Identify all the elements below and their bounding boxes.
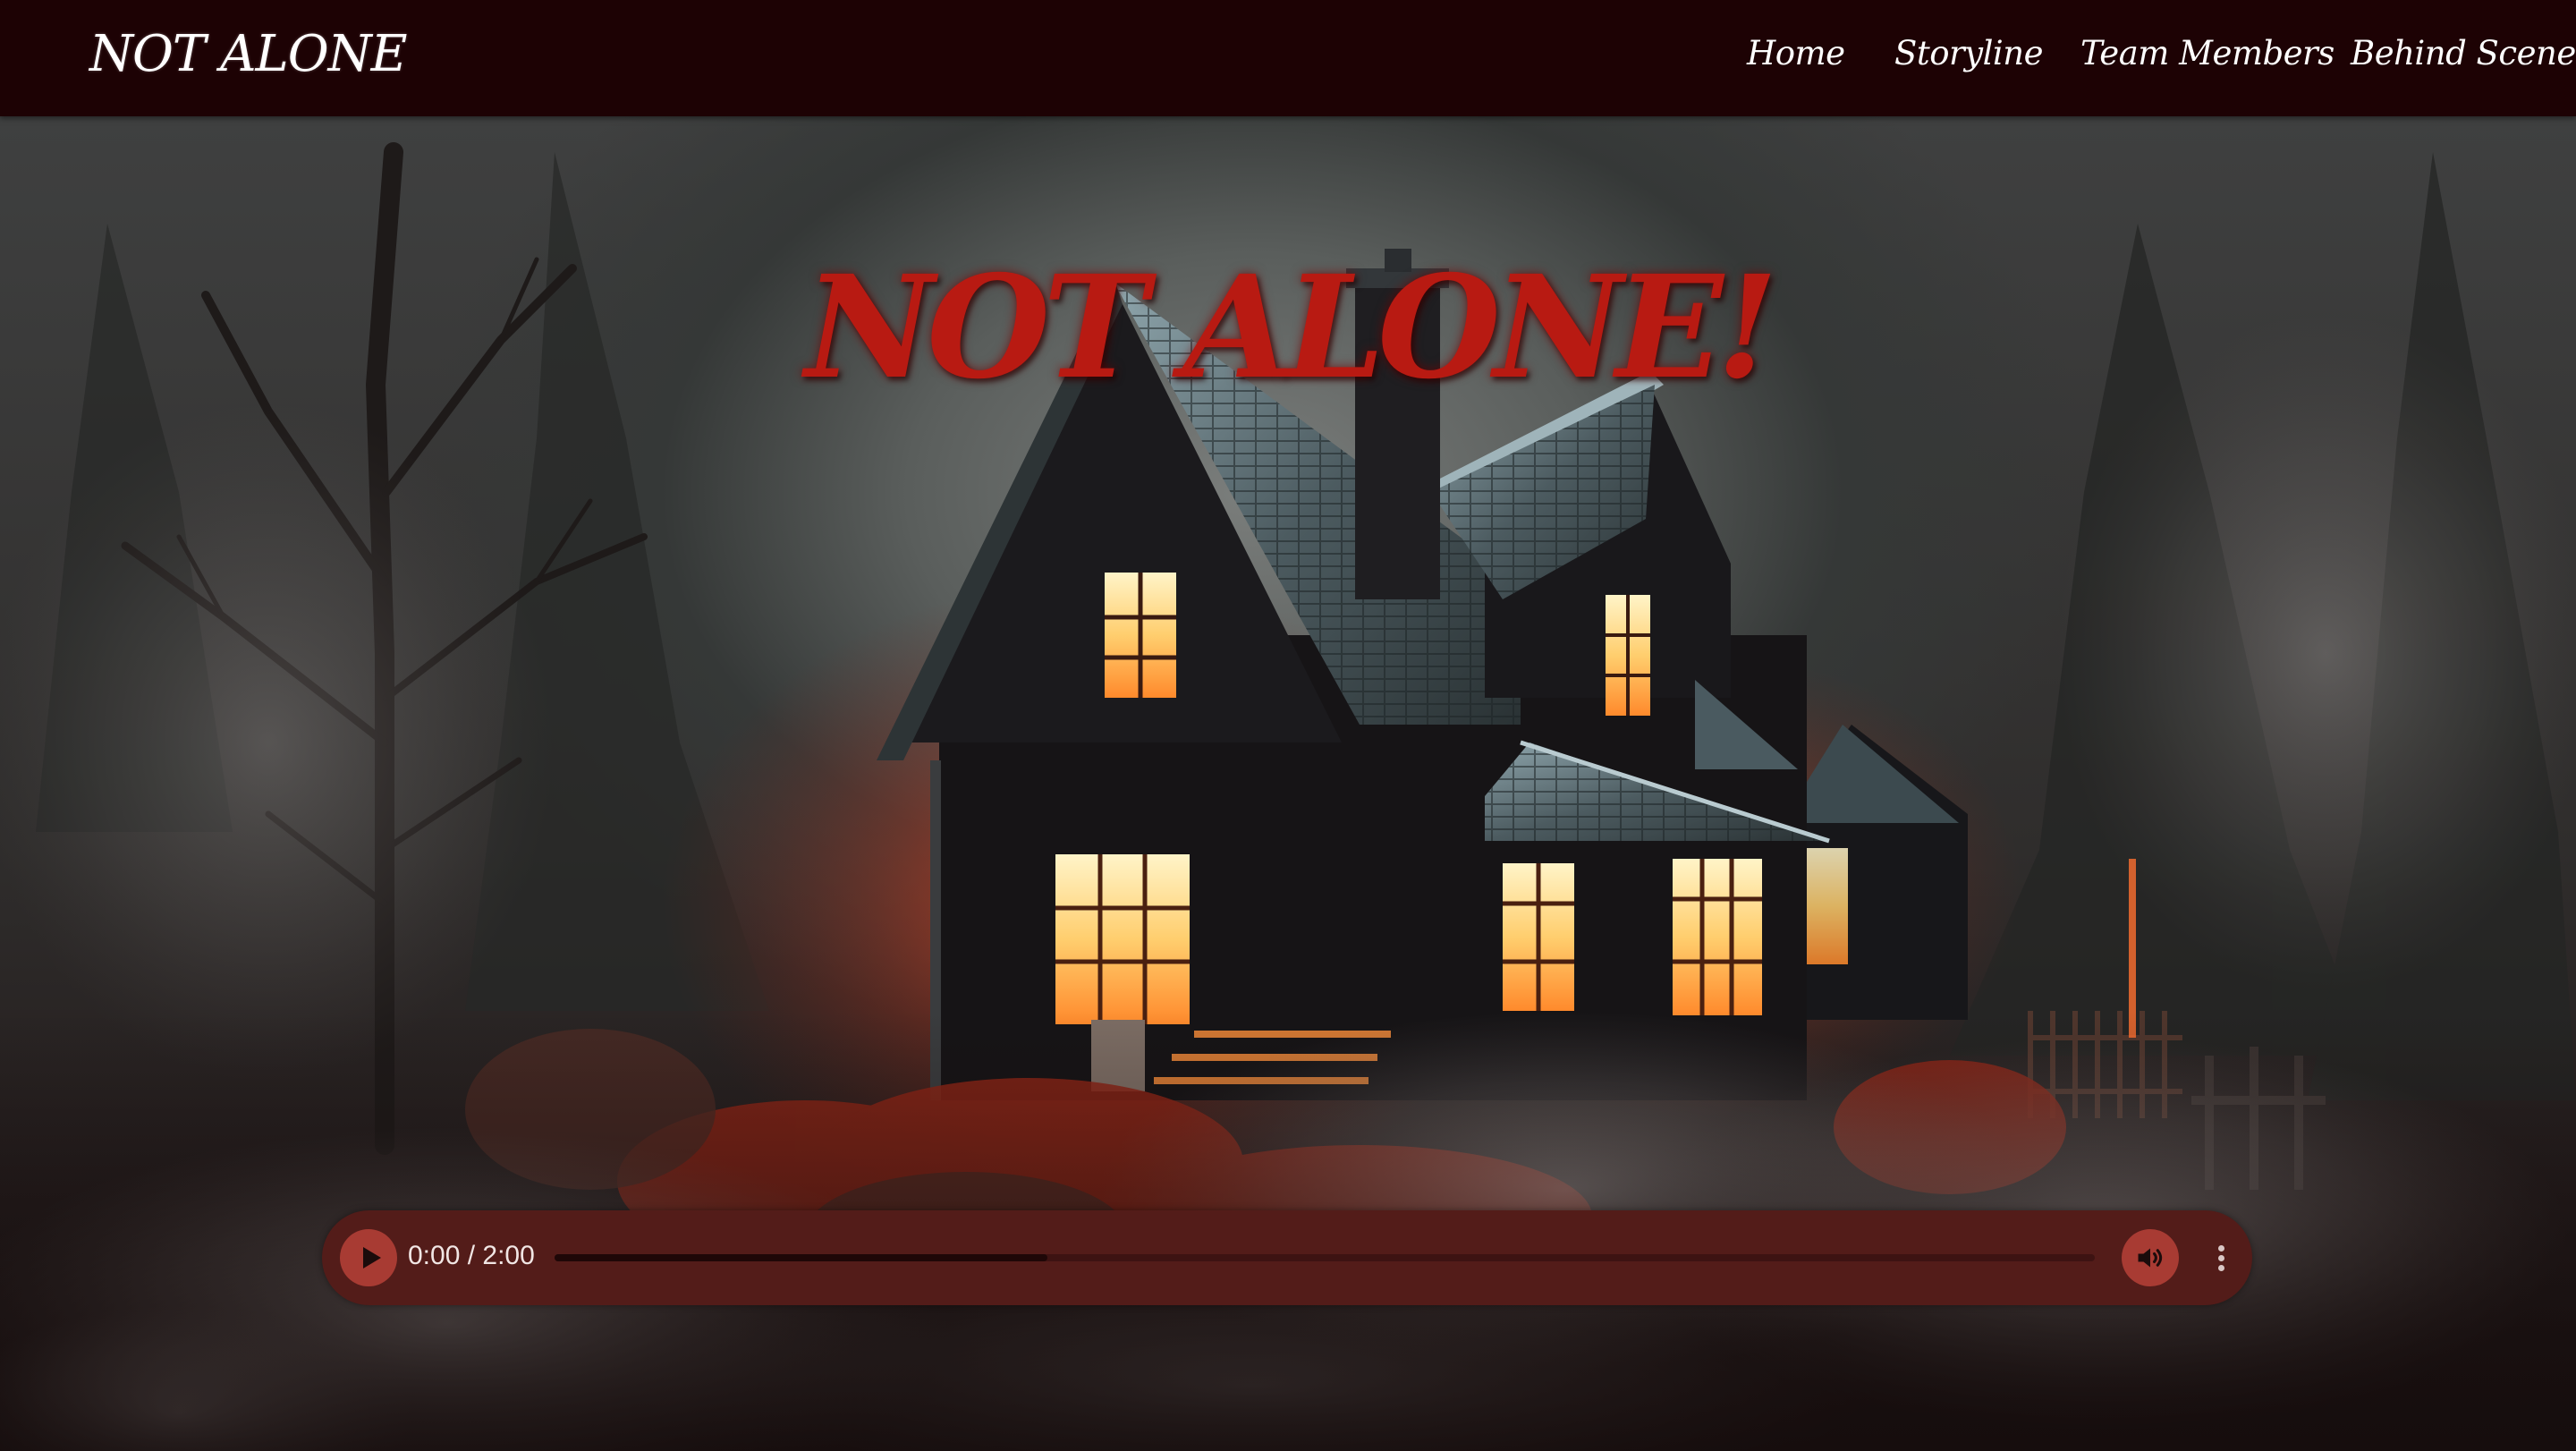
audio-player: 0:00 / 2:00 — [322, 1210, 2252, 1305]
hero-title: NOT ALONE! — [804, 244, 1778, 411]
nav-link-storyline[interactable]: Storyline — [1894, 34, 2043, 72]
nav-link-home[interactable]: Home — [1747, 34, 1845, 72]
more-options-icon — [2218, 1245, 2224, 1252]
nav-link-behind-scenes[interactable]: Behind Scenes — [2351, 34, 2576, 72]
top-navbar: NOT ALONE Home Storyline Team Members Be… — [0, 0, 2576, 116]
more-options-button[interactable] — [2200, 1236, 2243, 1279]
nav-link-team-members[interactable]: Team Members — [2080, 34, 2334, 72]
play-button[interactable] — [340, 1229, 397, 1286]
site-logo[interactable]: NOT ALONE — [89, 25, 407, 83]
progress-slider[interactable] — [555, 1254, 2095, 1261]
buffered-range — [555, 1254, 1048, 1261]
volume-button[interactable] — [2122, 1229, 2179, 1286]
volume-icon — [2138, 1248, 2163, 1268]
time-readout: 0:00 / 2:00 — [408, 1241, 535, 1270]
